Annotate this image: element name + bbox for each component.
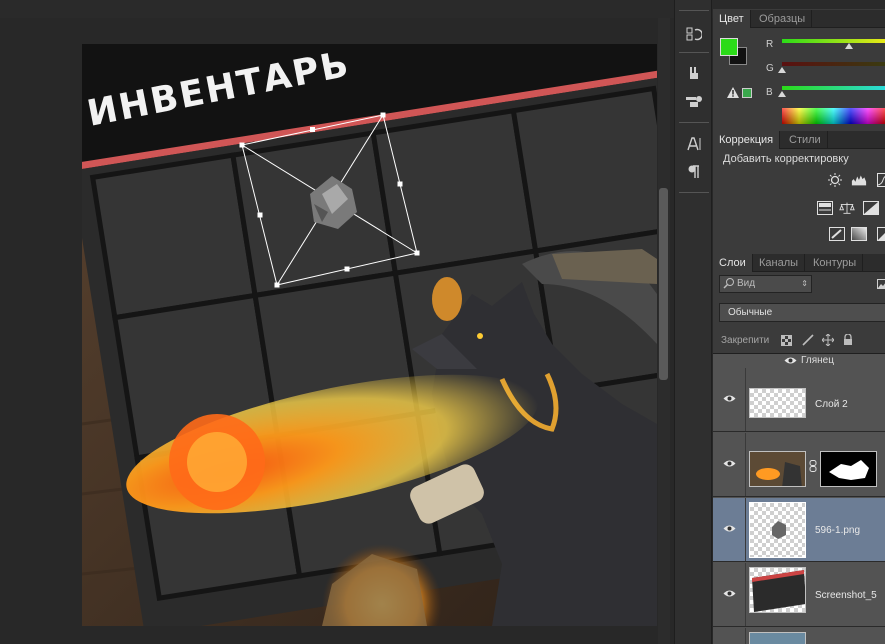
brush-preset-icon[interactable] <box>681 62 707 84</box>
eye-icon[interactable] <box>723 589 736 598</box>
slider-label-g: G <box>766 63 774 74</box>
tool-group-divider <box>679 122 709 123</box>
layer-visibility[interactable] <box>713 563 746 626</box>
tool-group-divider <box>679 192 709 193</box>
history-icon[interactable] <box>681 23 707 45</box>
blue-slider[interactable] <box>782 86 885 90</box>
mask-link-icon[interactable] <box>809 460 817 472</box>
threshold-icon[interactable] <box>875 227 885 241</box>
layer-thumbnail <box>749 502 806 558</box>
foreground-color-swatch[interactable] <box>720 38 738 56</box>
layer-name[interactable]: 596-1.png <box>815 525 860 536</box>
tab-channels[interactable]: Каналы <box>753 254 806 272</box>
layer-mask-thumbnail[interactable] <box>820 451 877 487</box>
black-white-icon[interactable] <box>863 201 879 215</box>
tab-paths[interactable]: Контуры <box>807 254 864 272</box>
red-slider-knob[interactable] <box>844 43 853 49</box>
layer-thumbnail <box>749 451 806 487</box>
lock-all-icon[interactable] <box>841 333 855 347</box>
slider-label-b: B <box>766 87 773 98</box>
slider-label-r: R <box>766 39 774 50</box>
chevron-updown-icon: ⇕ <box>801 279 808 288</box>
photo-filter-icon[interactable] <box>881 201 885 215</box>
layer-row-selected[interactable]: 596-1.png <box>713 498 885 562</box>
layer-visibility[interactable] <box>713 628 746 644</box>
tool-group-divider <box>679 10 709 11</box>
eye-icon[interactable] <box>723 524 736 533</box>
layer-thumbnail <box>749 388 806 418</box>
green-slider-knob[interactable] <box>778 67 786 73</box>
layers-panel-tabs: Слои Каналы Контуры <box>713 254 885 272</box>
eye-icon[interactable] <box>784 356 797 365</box>
layer-name[interactable]: Слой 2 <box>815 399 848 410</box>
blue-slider-knob[interactable] <box>778 91 786 97</box>
layers-list[interactable]: Глянец Слой 2 596-1.png Screenshot_5 <box>713 353 885 644</box>
out-of-gamut-warning-icon[interactable] <box>727 87 739 98</box>
tab-swatches[interactable]: Образцы <box>753 10 813 28</box>
right-panels: Цвет Образцы R G B Коррекция Стили Добав… <box>713 0 885 644</box>
clone-source-icon[interactable] <box>681 90 707 112</box>
panel-tool-strip <box>674 0 712 644</box>
color-panel-tabs: Цвет Образцы <box>713 10 885 28</box>
layer-row[interactable]: Слой 2 <box>713 368 885 432</box>
panel-header-bar <box>713 0 885 9</box>
eye-icon[interactable] <box>723 459 736 468</box>
adjustments-panel-tabs: Коррекция Стили <box>713 131 885 149</box>
document-canvas[interactable]: ИНВЕНТАРЬ <box>82 44 657 626</box>
tool-group-divider <box>679 52 709 53</box>
layer-row[interactable]: Screenshot_5 <box>713 563 885 627</box>
layer-row[interactable] <box>713 433 885 497</box>
lock-transparency-icon[interactable] <box>779 333 793 347</box>
layer-name[interactable]: Screenshot_5 <box>815 590 877 601</box>
lock-pixels-icon[interactable] <box>801 333 815 347</box>
tab-color[interactable]: Цвет <box>713 10 751 28</box>
curves-icon[interactable] <box>875 173 885 187</box>
pixel-filter-icon[interactable] <box>877 279 885 289</box>
canvas-scrollbar-thumb[interactable] <box>659 188 668 380</box>
layer-visibility[interactable] <box>713 368 746 431</box>
invert-icon[interactable] <box>829 227 845 241</box>
eye-icon[interactable] <box>723 394 736 403</box>
tab-layers[interactable]: Слои <box>713 254 753 272</box>
layer-filter-value: Вид <box>737 278 756 289</box>
brightness-icon[interactable] <box>827 173 843 187</box>
adjustments-title: Добавить корректировку <box>723 153 849 165</box>
lock-label: Закрепити <box>721 335 770 346</box>
posterize-icon[interactable] <box>851 227 867 241</box>
color-spectrum-bar[interactable] <box>782 108 885 124</box>
layer-thumbnail <box>749 632 806 644</box>
layer-visibility[interactable] <box>713 498 746 561</box>
layer-effect-row[interactable]: Глянец <box>713 354 885 368</box>
effect-label: Глянец <box>801 355 834 366</box>
lock-position-icon[interactable] <box>821 333 835 347</box>
layer-visibility[interactable] <box>713 433 746 496</box>
canvas-artwork: ИНВЕНТАРЬ <box>82 44 657 626</box>
blend-mode-select[interactable]: Обычные <box>719 303 885 322</box>
layer-row[interactable] <box>713 628 885 644</box>
layer-thumbnail <box>749 567 806 613</box>
green-slider[interactable] <box>782 62 885 66</box>
layer-filter-select[interactable]: Вид ⇕ <box>719 275 812 293</box>
levels-icon[interactable] <box>851 173 867 187</box>
paragraph-icon[interactable] <box>681 161 707 183</box>
character-icon[interactable] <box>681 133 707 155</box>
search-icon <box>723 278 734 289</box>
tab-adjustments[interactable]: Коррекция <box>713 131 781 149</box>
gamut-swatch[interactable] <box>742 88 752 98</box>
red-slider[interactable] <box>782 39 885 43</box>
tab-styles[interactable]: Стили <box>783 131 828 149</box>
color-balance-icon[interactable] <box>839 201 855 215</box>
vibrance-icon[interactable] <box>817 201 833 215</box>
